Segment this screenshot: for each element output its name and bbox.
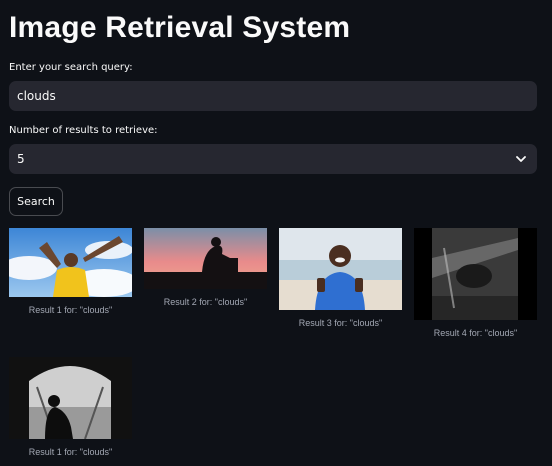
result-caption: Result 3 for: "clouds"	[298, 318, 383, 328]
result-image	[9, 228, 132, 297]
result-card: Result 3 for: "clouds"	[279, 228, 402, 328]
result-card: Result 4 for: "clouds"	[414, 228, 537, 338]
result-image	[414, 228, 537, 320]
num-results-label: Number of results to retrieve:	[9, 125, 158, 136]
result-image	[144, 228, 267, 289]
result-image	[279, 228, 402, 310]
result-card: Result 1 for: "clouds"	[9, 228, 132, 315]
chevron-down-icon	[516, 144, 526, 174]
num-results-value: 5	[17, 152, 25, 166]
result-caption: Result 1 for: "clouds"	[28, 447, 113, 457]
result-image	[9, 357, 132, 439]
page-title: Image Retrieval System	[9, 11, 351, 44]
search-input[interactable]: clouds	[9, 81, 537, 111]
result-caption: Result 4 for: "clouds"	[433, 328, 518, 338]
result-caption: Result 2 for: "clouds"	[163, 297, 248, 307]
search-button[interactable]: Search	[9, 187, 63, 216]
result-card: Result 1 for: "clouds"	[9, 357, 132, 457]
search-query-label: Enter your search query:	[9, 62, 133, 73]
result-caption: Result 1 for: "clouds"	[28, 305, 113, 315]
app-page: Image Retrieval System Enter your search…	[0, 0, 552, 466]
result-card: Result 2 for: "clouds"	[144, 228, 267, 307]
num-results-select[interactable]: 5	[9, 144, 537, 174]
